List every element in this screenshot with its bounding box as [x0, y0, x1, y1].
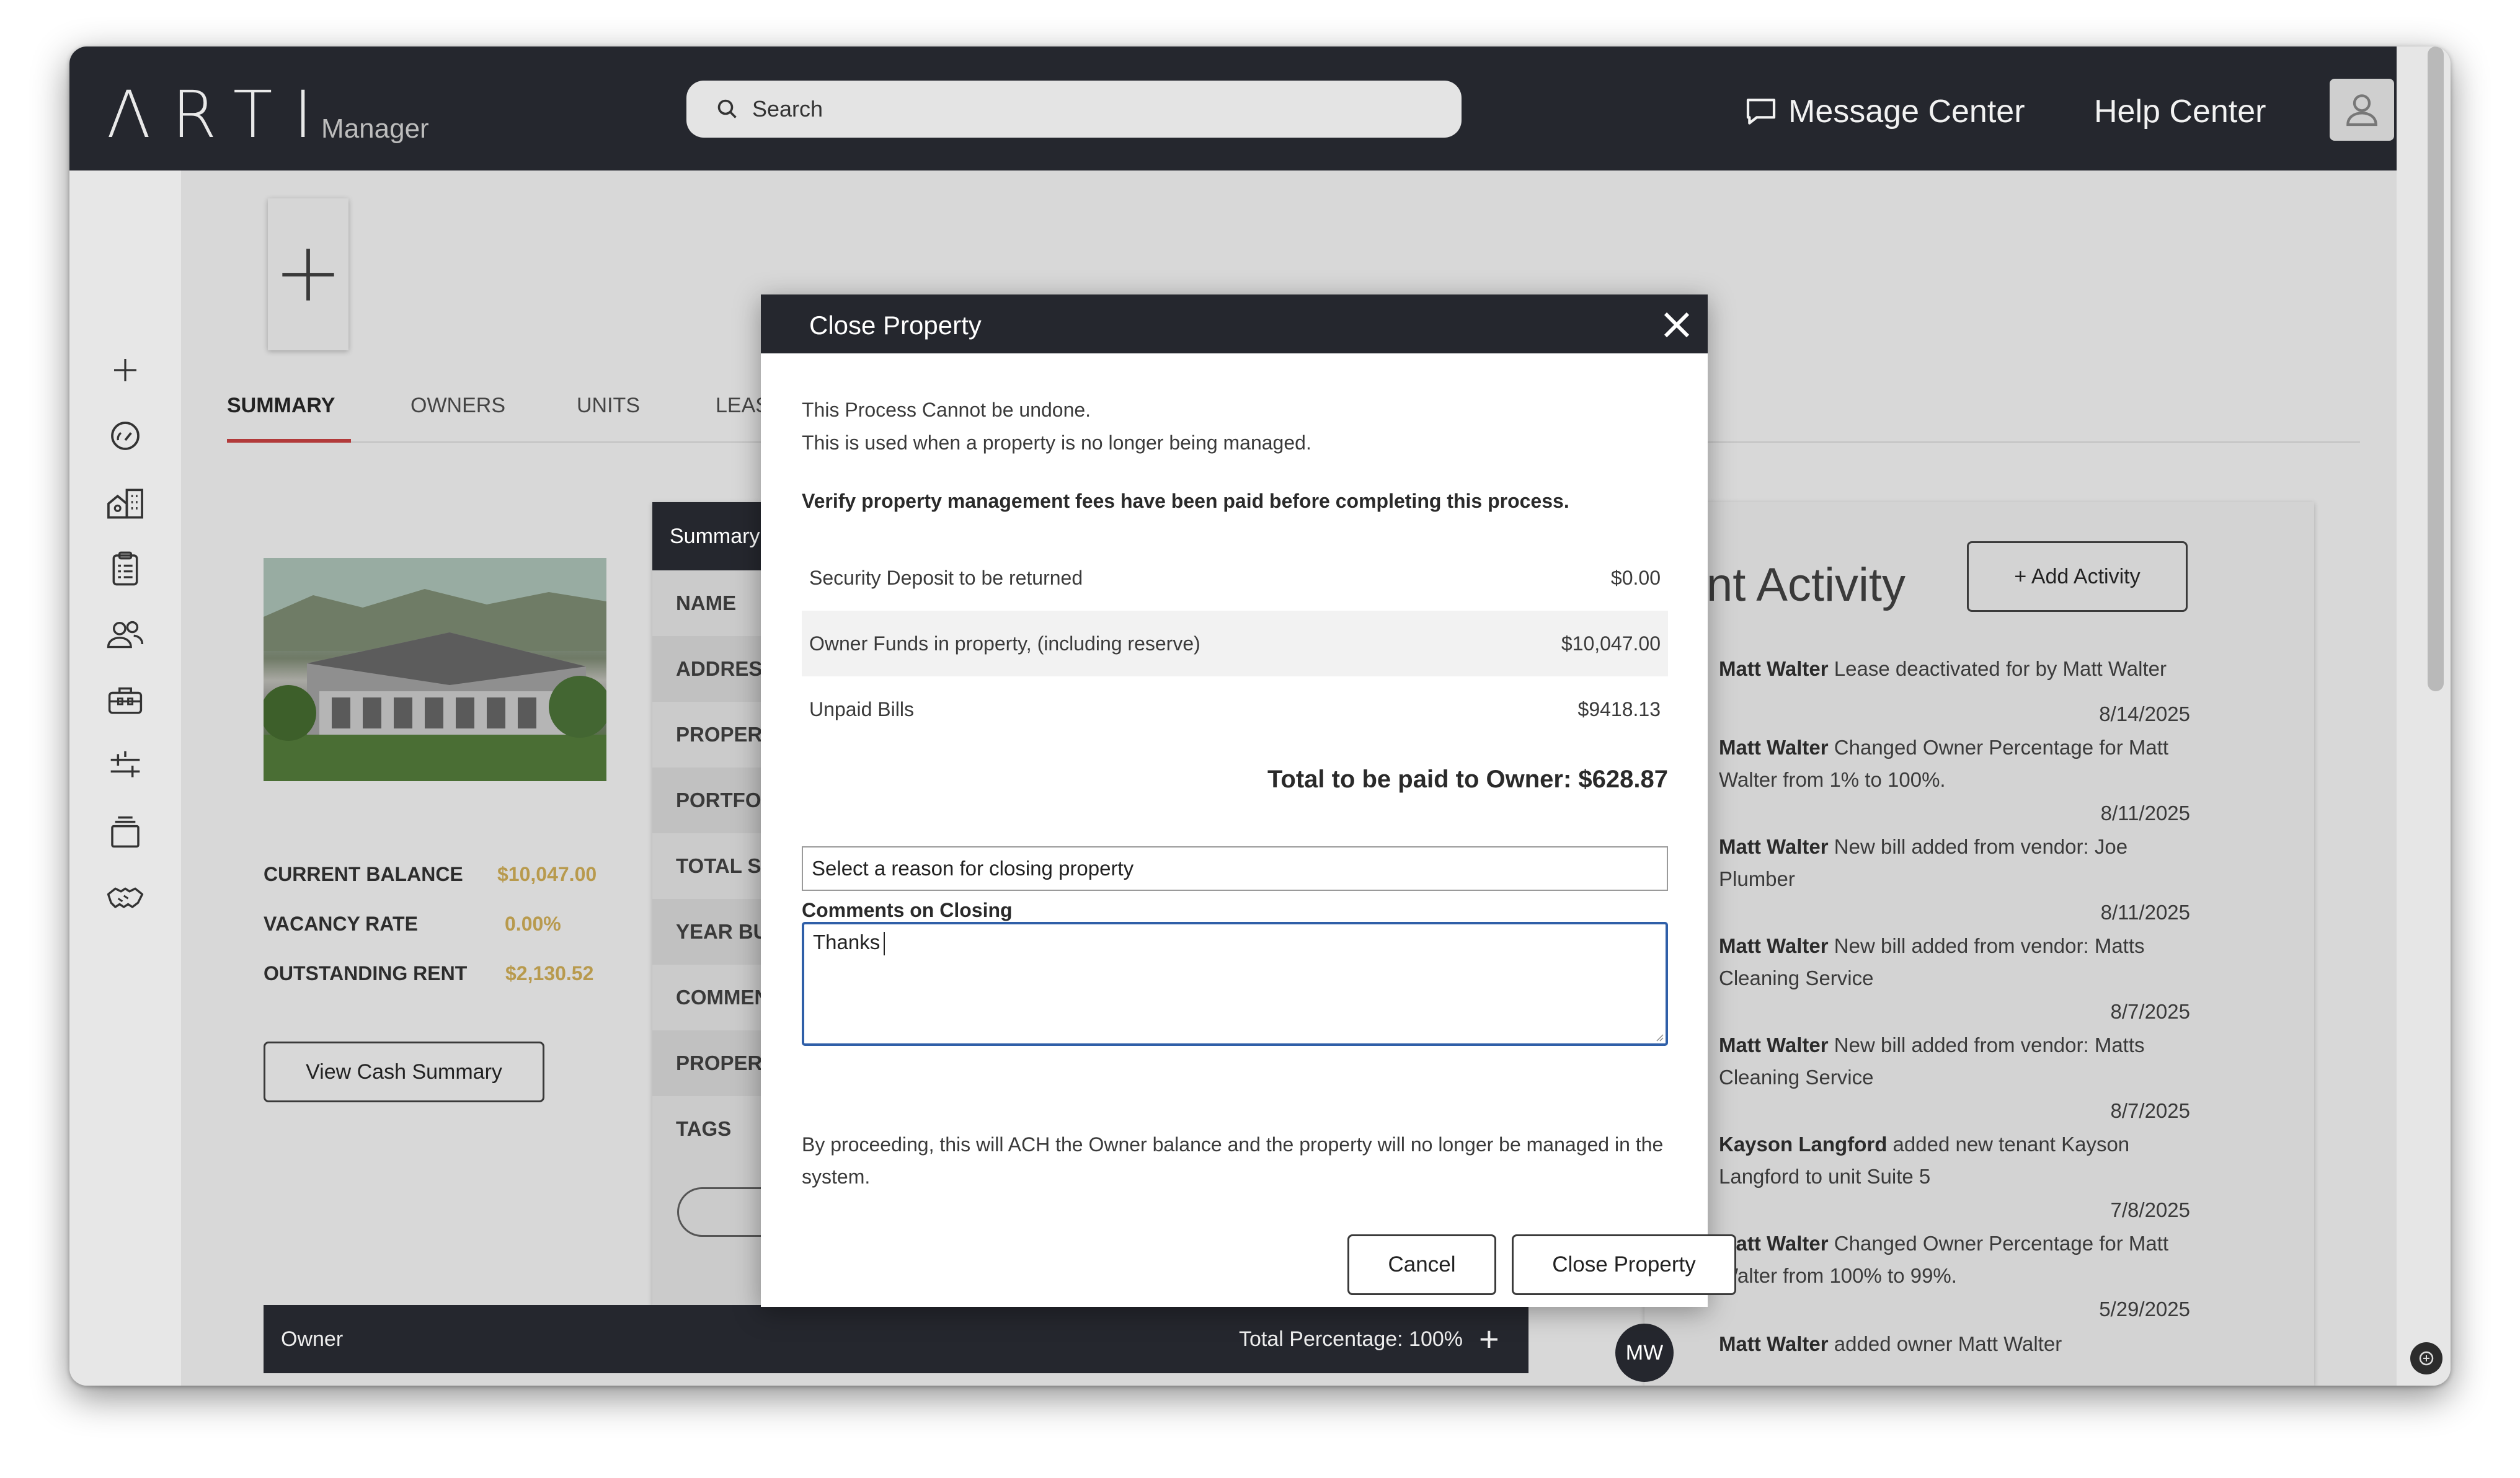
add-photo-button[interactable]: [268, 198, 348, 350]
activity-item: Matt Walter Changed Owner Percentage for…: [1719, 732, 2190, 796]
warning-line-2: This is used when a property is no longe…: [802, 431, 1311, 454]
comments-label: Comments on Closing: [802, 899, 1013, 921]
close-property-button[interactable]: Close Property: [1512, 1234, 1736, 1295]
financial-row-security-deposit: Security Deposit to be returned $0.00: [802, 545, 1668, 611]
activity-date: 8/11/2025: [2100, 802, 2190, 825]
financial-row-owner-funds: Owner Funds in property, (including rese…: [802, 611, 1668, 676]
message-center-link[interactable]: Message Center: [1744, 90, 2025, 133]
logo-wordmark: ΛRTI: [107, 77, 334, 153]
total-to-owner: Total to be paid to Owner: $628.87: [1267, 766, 1668, 793]
financial-label: Owner Funds in property, (including rese…: [809, 632, 1200, 655]
message-center-label: Message Center: [1788, 94, 2025, 130]
comments-value: Thanks: [813, 931, 881, 954]
view-cash-summary-button[interactable]: View Cash Summary: [264, 1042, 544, 1102]
app-logo[interactable]: ΛRTI Manager: [107, 79, 429, 147]
stat-label-vacancy-rate: VACANCY RATE: [264, 913, 418, 935]
stat-value-current-balance: $10,047.00: [497, 863, 597, 885]
stat-label-current-balance: CURRENT BALANCE: [264, 863, 463, 885]
activity-author: Matt Walter: [1719, 657, 1829, 680]
app-window: ΛRTI Manager Search Message Center Help …: [69, 46, 2451, 1386]
activity-author: Matt Walter: [1719, 835, 1829, 858]
activity-date: 5/29/2025: [2099, 1298, 2190, 1321]
left-sidebar: [69, 170, 181, 1386]
owner-total-percentage: Total Percentage: 100%: [1239, 1327, 1463, 1351]
chat-bubble-icon: [1746, 99, 1776, 125]
owner-table-header: Owner Total Percentage: 100% +: [264, 1305, 1528, 1373]
user-profile-button[interactable]: [2330, 79, 2394, 141]
closing-reason-select[interactable]: Select a reason for closing property: [802, 846, 1668, 891]
activity-item: Matt Walter New bill added from vendor: …: [1719, 1029, 2190, 1094]
properties-icon[interactable]: [105, 482, 145, 522]
assistant-badge-icon[interactable]: [2410, 1342, 2442, 1374]
help-center-link[interactable]: Help Center: [2094, 90, 2266, 133]
activity-item: Matt Walter added owner Matt Walter: [1719, 1328, 2190, 1360]
activity-author: Matt Walter: [1719, 1332, 1829, 1355]
activity-author: Kayson Langford: [1719, 1133, 1888, 1156]
clipboard-icon[interactable]: [105, 549, 145, 588]
handshake-icon[interactable]: [105, 877, 145, 917]
financial-value: $0.00: [1610, 566, 1661, 589]
activity-date: 8/14/2025: [2099, 702, 2190, 725]
financial-value: $10,047.00: [1561, 632, 1661, 655]
activity-date: 7/8/2025: [2110, 1198, 2190, 1221]
active-tab-indicator: [227, 439, 351, 443]
plus-icon[interactable]: [105, 350, 145, 390]
tab-units[interactable]: UNITS: [577, 394, 640, 418]
toolbox-icon[interactable]: [105, 680, 145, 720]
activity-item: Matt Walter Lease deactivated for by Mat…: [1719, 653, 2190, 685]
avatar: MW: [1615, 1324, 1674, 1382]
financial-row-unpaid-bills: Unpaid Bills $9418.13: [802, 676, 1668, 742]
activity-item: Matt Walter New bill added from vendor: …: [1719, 930, 2190, 994]
people-icon[interactable]: [105, 614, 145, 654]
user-icon: [2346, 94, 2377, 126]
activity-author: Matt Walter: [1719, 736, 1829, 759]
financial-label: Unpaid Bills: [809, 697, 914, 720]
activity-title: nt Activity: [1706, 559, 1906, 611]
activity-author: Matt Walter: [1719, 1033, 1829, 1056]
sliders-icon[interactable]: [105, 746, 145, 785]
activity-text: added owner Matt Walter: [1828, 1332, 2062, 1355]
activity-author: Matt Walter: [1719, 934, 1829, 957]
modal-title: Close Property: [809, 311, 982, 340]
close-icon[interactable]: [1660, 308, 1693, 342]
logo-subtitle: Manager: [321, 113, 429, 144]
stat-label-outstanding-rent: OUTSTANDING RENT: [264, 962, 468, 985]
help-center-label: Help Center: [2094, 94, 2266, 130]
activity-item: Kayson Langford added new tenant Kayson …: [1719, 1128, 2190, 1193]
verify-fees-notice: Verify property management fees have bee…: [802, 490, 1569, 512]
property-photo: [264, 558, 606, 781]
activity-date: 8/7/2025: [2110, 1000, 2190, 1023]
close-property-modal: Close Property This Process Cannot be un…: [761, 294, 1736, 1307]
resize-handle-icon[interactable]: [1654, 1032, 1664, 1042]
warning-line-1: This Process Cannot be undone.: [802, 399, 1091, 421]
activity-date: 8/11/2025: [2100, 901, 2190, 924]
activity-item: Matt Walter Changed Owner Percentage for…: [1719, 1228, 2190, 1292]
plus-icon: [282, 248, 334, 301]
cancel-button[interactable]: Cancel: [1347, 1234, 1496, 1295]
dashboard-gauge-icon[interactable]: [105, 416, 145, 456]
add-owner-button[interactable]: +: [1479, 1319, 1499, 1359]
stack-icon[interactable]: [105, 812, 145, 852]
tab-owners[interactable]: OWNERS: [410, 394, 505, 418]
text-caret: [884, 932, 885, 956]
top-navigation-bar: ΛRTI Manager Search Message Center Help …: [69, 46, 2397, 170]
tab-summary[interactable]: SUMMARY: [227, 394, 335, 418]
modal-header: Close Property: [761, 294, 1708, 353]
vertical-scrollbar-thumb[interactable]: [2428, 46, 2444, 691]
search-input[interactable]: Search: [686, 81, 1462, 138]
owner-header-label: Owner: [281, 1327, 344, 1351]
ach-notice: By proceeding, this will ACH the Owner b…: [802, 1133, 1664, 1188]
activity-text: Lease deactivated for by Matt Walter: [1828, 657, 2167, 680]
stat-value-outstanding-rent: $2,130.52: [505, 962, 594, 985]
add-activity-button[interactable]: + Add Activity: [1967, 541, 2188, 612]
search-placeholder: Search: [752, 96, 823, 122]
activity-date: 8/7/2025: [2110, 1099, 2190, 1122]
activity-item: Matt Walter New bill added from vendor: …: [1719, 831, 2190, 895]
financial-label: Security Deposit to be returned: [809, 566, 1083, 589]
comments-textarea[interactable]: Thanks: [802, 922, 1668, 1046]
stat-value-vacancy-rate: 0.00%: [505, 913, 561, 935]
financial-value: $9418.13: [1577, 697, 1661, 720]
search-icon: [717, 99, 737, 118]
